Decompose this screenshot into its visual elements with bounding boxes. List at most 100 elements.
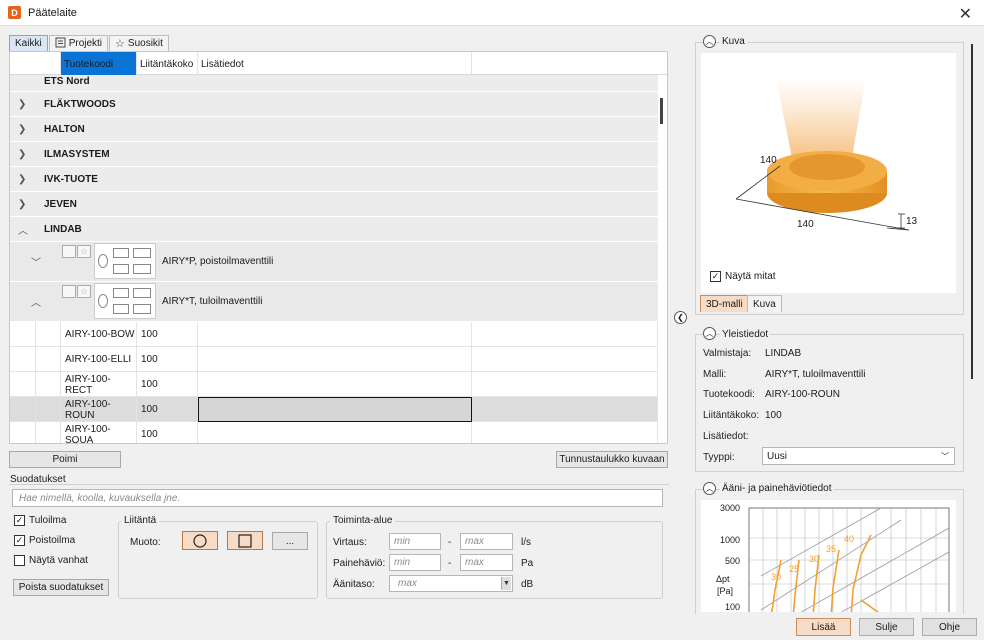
curve-label: 30 xyxy=(771,572,782,582)
cell-code: AIRY-100-ROUN xyxy=(61,397,137,422)
group-ets-nord[interactable]: ETS Nord xyxy=(10,75,658,92)
tunnustaulukko-button[interactable]: Tunnustaulukko kuvaan xyxy=(556,451,668,468)
virtaus-min-input[interactable]: min xyxy=(389,533,441,550)
product-thumbnail: ☆ xyxy=(62,242,158,281)
round-shape-button[interactable] xyxy=(182,531,218,550)
grid-scrollbar[interactable] xyxy=(660,98,663,124)
painehavio-min-input[interactable]: min xyxy=(389,554,441,571)
tab-projekti[interactable]: Projekti xyxy=(48,35,109,51)
curve-label: 30 xyxy=(809,554,820,564)
chevron-up-icon[interactable]: ︿ xyxy=(10,294,62,309)
checkbox-label: Poistoilma xyxy=(29,535,76,546)
tab-suosikit[interactable]: ☆ Suosikit xyxy=(109,35,169,51)
aani-chart: 3000 1000 500 100 Δpt [Pa] 30 25 30 35 4… xyxy=(701,500,956,612)
cell-size: 100 xyxy=(137,397,198,422)
star-icon[interactable]: ☆ xyxy=(77,284,91,298)
yleistiedot-title: Yleistiedot xyxy=(720,329,771,340)
product-row-airy-p[interactable]: ﹀ ☆ AIRY*P, poistoilmaventtili xyxy=(10,242,658,282)
checkbox-icon[interactable] xyxy=(62,244,76,258)
cell-code: AIRY-100-SQUA xyxy=(61,422,137,443)
grid-header: Tuotekoodi Liitäntäkoko Lisätiedot xyxy=(10,52,667,75)
product-row-airy-t[interactable]: ︿ ☆ AIRY*T, tuloilmaventtili xyxy=(10,282,658,322)
table-row[interactable]: AIRY-100-RECT 100 xyxy=(10,372,658,397)
chevron-right-icon: ❯ xyxy=(18,123,27,135)
group-lindab[interactable]: ︿ LINDAB xyxy=(10,217,658,242)
sulje-button[interactable]: Sulje xyxy=(859,618,914,636)
group-halton[interactable]: ❯ HALTON xyxy=(10,117,658,142)
group-ivk-tuote[interactable]: ❯ IVK-TUOTE xyxy=(10,167,658,192)
chevron-down-icon[interactable]: ﹀ xyxy=(10,254,62,269)
group-label: HALTON xyxy=(44,123,85,135)
poistoilma-checkbox[interactable]: ✓ Poistoilma xyxy=(14,535,75,546)
collapse-up-icon[interactable]: ︿ xyxy=(703,327,716,340)
table-row[interactable]: AIRY-100-BOW 100 xyxy=(10,322,658,347)
column-liitantakoko[interactable]: Liitäntäkoko xyxy=(137,52,198,75)
cell-code: AIRY-100-BOW xyxy=(61,322,137,347)
tuotekoodi-value: AIRY-100-ROUN xyxy=(765,389,841,400)
cell-size: 100 xyxy=(137,347,198,372)
right-panel-scrollbar[interactable] xyxy=(971,44,973,379)
group-jeven[interactable]: ❯ JEVEN xyxy=(10,192,658,217)
dim-label-width: 140 xyxy=(797,219,814,230)
close-icon[interactable]: ✕ xyxy=(959,4,972,24)
aani-title: Ääni- ja painehäviötiedot xyxy=(720,483,834,494)
checkbox-checked-icon[interactable]: ✓ xyxy=(14,515,25,526)
collapse-up-icon[interactable]: ︿ xyxy=(703,35,716,48)
cell-size: 100 xyxy=(137,422,198,443)
project-icon xyxy=(55,37,66,51)
checkbox-icon[interactable] xyxy=(62,284,76,298)
valmistaja-label: Valmistaja: xyxy=(703,348,752,359)
aanitaso-max-input[interactable]: max ▼ xyxy=(389,575,513,592)
dim-label-diameter: 140 xyxy=(760,155,777,166)
collapse-up-icon[interactable]: ︿ xyxy=(703,482,716,495)
column-lisatiedot[interactable]: Lisätiedot xyxy=(198,52,472,75)
tab-kaikki[interactable]: Kaikki xyxy=(9,35,48,51)
product-thumbnail: ☆ xyxy=(62,282,158,321)
tab-label: Kuva xyxy=(753,298,776,310)
table-row-selected[interactable]: AIRY-100-ROUN 100 xyxy=(10,397,658,422)
malli-value: AIRY*T, tuloilmaventtili xyxy=(765,369,866,380)
checkbox-checked-icon[interactable]: ✓ xyxy=(14,535,25,546)
group-flaktwoods[interactable]: ❯ FLÄKTWOODS xyxy=(10,92,658,117)
product-grid: Tuotekoodi Liitäntäkoko Lisätiedot ETS N… xyxy=(9,51,668,444)
tab-label: Suosikit xyxy=(127,38,163,49)
dropdown-arrow-icon[interactable]: ▼ xyxy=(501,577,511,590)
checkbox-icon[interactable] xyxy=(14,555,25,566)
group-ilmasystem[interactable]: ❯ ILMASYSTEM xyxy=(10,142,658,167)
header-filler xyxy=(472,52,658,75)
cell-lisatiedot-focused[interactable] xyxy=(198,397,472,422)
painehavio-max-input[interactable]: max xyxy=(460,554,513,571)
virtaus-label: Virtaus: xyxy=(333,537,367,548)
kuva-title: Kuva xyxy=(720,36,747,47)
rect-shape-button[interactable] xyxy=(227,531,263,550)
aani-chart-plot xyxy=(748,507,950,612)
search-input[interactable]: Hae nimellä, koolla, kuvauksella jne. xyxy=(12,489,663,507)
tuloilma-checkbox[interactable]: ✓ Tuloilma xyxy=(14,515,66,526)
poimi-button[interactable]: Poimi xyxy=(9,451,121,468)
nayta-vanhat-checkbox[interactable]: Näytä vanhat xyxy=(14,555,88,566)
lisaa-button[interactable]: Lisää xyxy=(796,618,851,636)
tyyppi-value: Uusi xyxy=(767,450,788,462)
tyyppi-select[interactable]: Uusi ﹀ xyxy=(762,447,955,465)
checkbox-checked-icon[interactable]: ✓ xyxy=(710,271,721,282)
nayta-mitat-checkbox[interactable]: ✓ Näytä mitat xyxy=(710,271,776,282)
tab-3d-malli[interactable]: 3D-malli xyxy=(700,295,749,312)
unit-pa: Pa xyxy=(521,558,534,569)
virtaus-max-input[interactable]: max xyxy=(460,533,513,550)
tuotekoodi-label: Tuotekoodi: xyxy=(703,389,755,400)
table-row[interactable]: AIRY-100-SQUA 100 xyxy=(10,422,658,443)
range-dash: - xyxy=(448,537,452,548)
malli-label: Malli: xyxy=(703,369,727,380)
product-image xyxy=(94,282,156,319)
lisatiedot-label: Lisätiedot: xyxy=(703,431,749,442)
star-icon: ☆ xyxy=(115,38,125,50)
more-shapes-button[interactable]: ... xyxy=(272,532,308,550)
ohje-button[interactable]: Ohje xyxy=(922,618,977,636)
chevron-right-icon: ❯ xyxy=(18,173,27,185)
poista-suodatukset-button[interactable]: Poista suodatukset xyxy=(13,579,109,596)
column-tuotekoodi[interactable]: Tuotekoodi xyxy=(61,52,137,75)
collapse-left-icon[interactable]: ❮ xyxy=(674,311,687,324)
tab-kuva[interactable]: Kuva xyxy=(747,295,782,312)
star-icon[interactable]: ☆ xyxy=(77,244,91,258)
table-row[interactable]: AIRY-100-ELLI 100 xyxy=(10,347,658,372)
